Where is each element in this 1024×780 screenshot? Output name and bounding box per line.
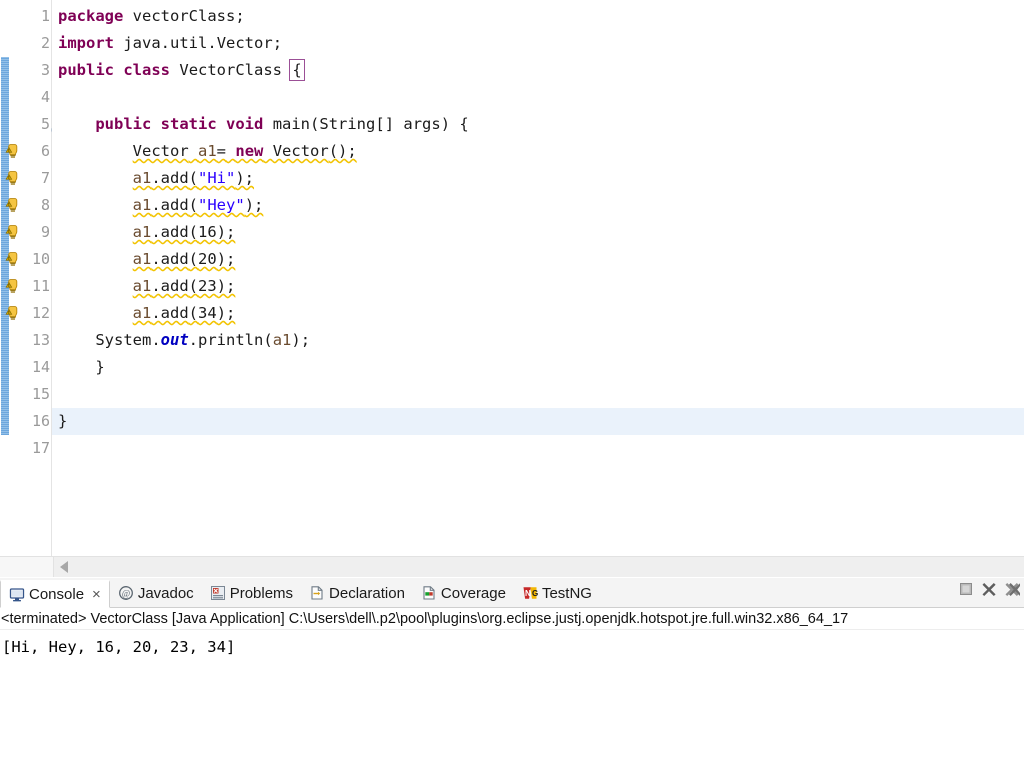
launch-terminated-label: <terminated> VectorClass [Java Applicati…	[0, 608, 1024, 630]
line-number: 16	[31, 412, 50, 430]
line-number: 13	[31, 331, 50, 349]
tab-testng[interactable]: N G TestNG	[514, 579, 600, 607]
code-line[interactable]: }	[52, 354, 1024, 381]
line-number: 12	[31, 304, 50, 322]
close-icon[interactable]: ×	[92, 587, 101, 602]
code-text-area[interactable]: package vectorClass; import java.util.Vec…	[52, 0, 1024, 556]
code-line[interactable]: a1.add(20);	[52, 246, 1024, 273]
line-number: 5	[19, 111, 63, 138]
console-view-toolbar[interactable]	[958, 581, 1020, 597]
scrollbar-corner	[0, 557, 54, 577]
code-line[interactable]: public class VectorClass {	[52, 57, 1024, 84]
svg-text:G: G	[532, 589, 538, 598]
line-number: 17	[31, 439, 50, 457]
tab-label: Declaration	[329, 584, 405, 602]
terminate-button[interactable]	[958, 581, 974, 597]
code-line[interactable]: a1.add(16);	[52, 219, 1024, 246]
annotation-marker-gutter[interactable]	[5, 0, 19, 556]
line-number: 3	[40, 61, 50, 79]
java-editor[interactable]: 1 2 3 4 5 6 7 8 9 10 11 12 13 14 15 16 17 package vector…	[0, 0, 1024, 577]
line-number: 4	[40, 88, 50, 106]
code-line[interactable]: a1.add(23);	[52, 273, 1024, 300]
code-line[interactable]: Vector a1= new Vector();	[52, 138, 1024, 165]
line-number: 11	[31, 277, 50, 295]
scrollbar-track[interactable]	[54, 557, 1024, 577]
line-number: 14	[31, 358, 50, 376]
code-line[interactable]: a1.add(34);	[52, 300, 1024, 327]
change-bar-segment	[1, 57, 9, 435]
scroll-left-arrow-icon[interactable]	[60, 561, 68, 573]
tab-declaration[interactable]: Declaration	[301, 579, 413, 607]
tab-label: Coverage	[440, 584, 506, 602]
code-line[interactable]: System.out.println(a1);	[52, 327, 1024, 354]
testng-icon: NG	[522, 585, 538, 601]
tab-label: Console	[29, 586, 85, 603]
tab-problems[interactable]: Problems	[202, 579, 301, 607]
problems-icon	[210, 585, 226, 601]
code-line[interactable]	[52, 381, 1024, 408]
code-line[interactable]: a1.add("Hey");	[52, 192, 1024, 219]
line-number: 6	[40, 142, 50, 160]
line-number: 7	[40, 169, 50, 187]
bottom-panel-tabbar[interactable]: Console × @ Javadoc Problems Declaration Cover…	[0, 578, 1024, 608]
line-number: 1	[40, 7, 50, 25]
code-line[interactable]	[52, 435, 1024, 462]
line-number: 10	[31, 250, 50, 268]
line-number: 9	[40, 223, 50, 241]
eclipse-ide-window: 1 2 3 4 5 6 7 8 9 10 11 12 13 14 15 16 17 package vector…	[0, 0, 1024, 780]
editor-horizontal-scrollbar[interactable]	[0, 556, 1024, 577]
svg-text:@: @	[122, 588, 130, 598]
remove-launch-button[interactable]	[981, 581, 997, 597]
tab-label: Problems	[229, 584, 294, 602]
line-number-ruler: 1 2 3 4 5 6 7 8 9 10 11 12 13 14 15 16 17	[19, 0, 63, 556]
console-icon	[9, 587, 25, 603]
code-line[interactable]: package vectorClass;	[52, 3, 1024, 30]
line-number: 2	[40, 34, 50, 52]
tab-coverage[interactable]: Coverage	[413, 579, 514, 607]
tab-javadoc[interactable]: @ Javadoc	[110, 579, 202, 607]
code-line[interactable]: public static void main(String[] args) {	[52, 111, 1024, 138]
code-line[interactable]	[52, 84, 1024, 111]
line-number: 15	[31, 385, 50, 403]
console-output-text[interactable]: [Hi, Hey, 16, 20, 23, 34]	[0, 630, 1024, 780]
javadoc-icon: @	[118, 585, 134, 601]
tab-console[interactable]: Console ×	[0, 580, 110, 608]
code-line[interactable]: a1.add("Hi");	[52, 165, 1024, 192]
svg-text:N: N	[525, 589, 531, 598]
bottom-panel: Console × @ Javadoc Problems Declaration Cover…	[0, 577, 1024, 780]
code-line[interactable]: }	[52, 408, 1024, 435]
declaration-icon	[309, 585, 325, 601]
editor-body[interactable]: 1 2 3 4 5 6 7 8 9 10 11 12 13 14 15 16 17 package vector…	[0, 0, 1024, 556]
matching-bracket-highlight: {	[289, 59, 305, 81]
line-number: 8	[40, 196, 50, 214]
tab-label: TestNG	[541, 584, 592, 602]
remove-all-button[interactable]	[1004, 581, 1020, 597]
coverage-icon	[421, 585, 437, 601]
code-line[interactable]: import java.util.Vector;	[52, 30, 1024, 57]
tab-label: Javadoc	[137, 584, 194, 602]
